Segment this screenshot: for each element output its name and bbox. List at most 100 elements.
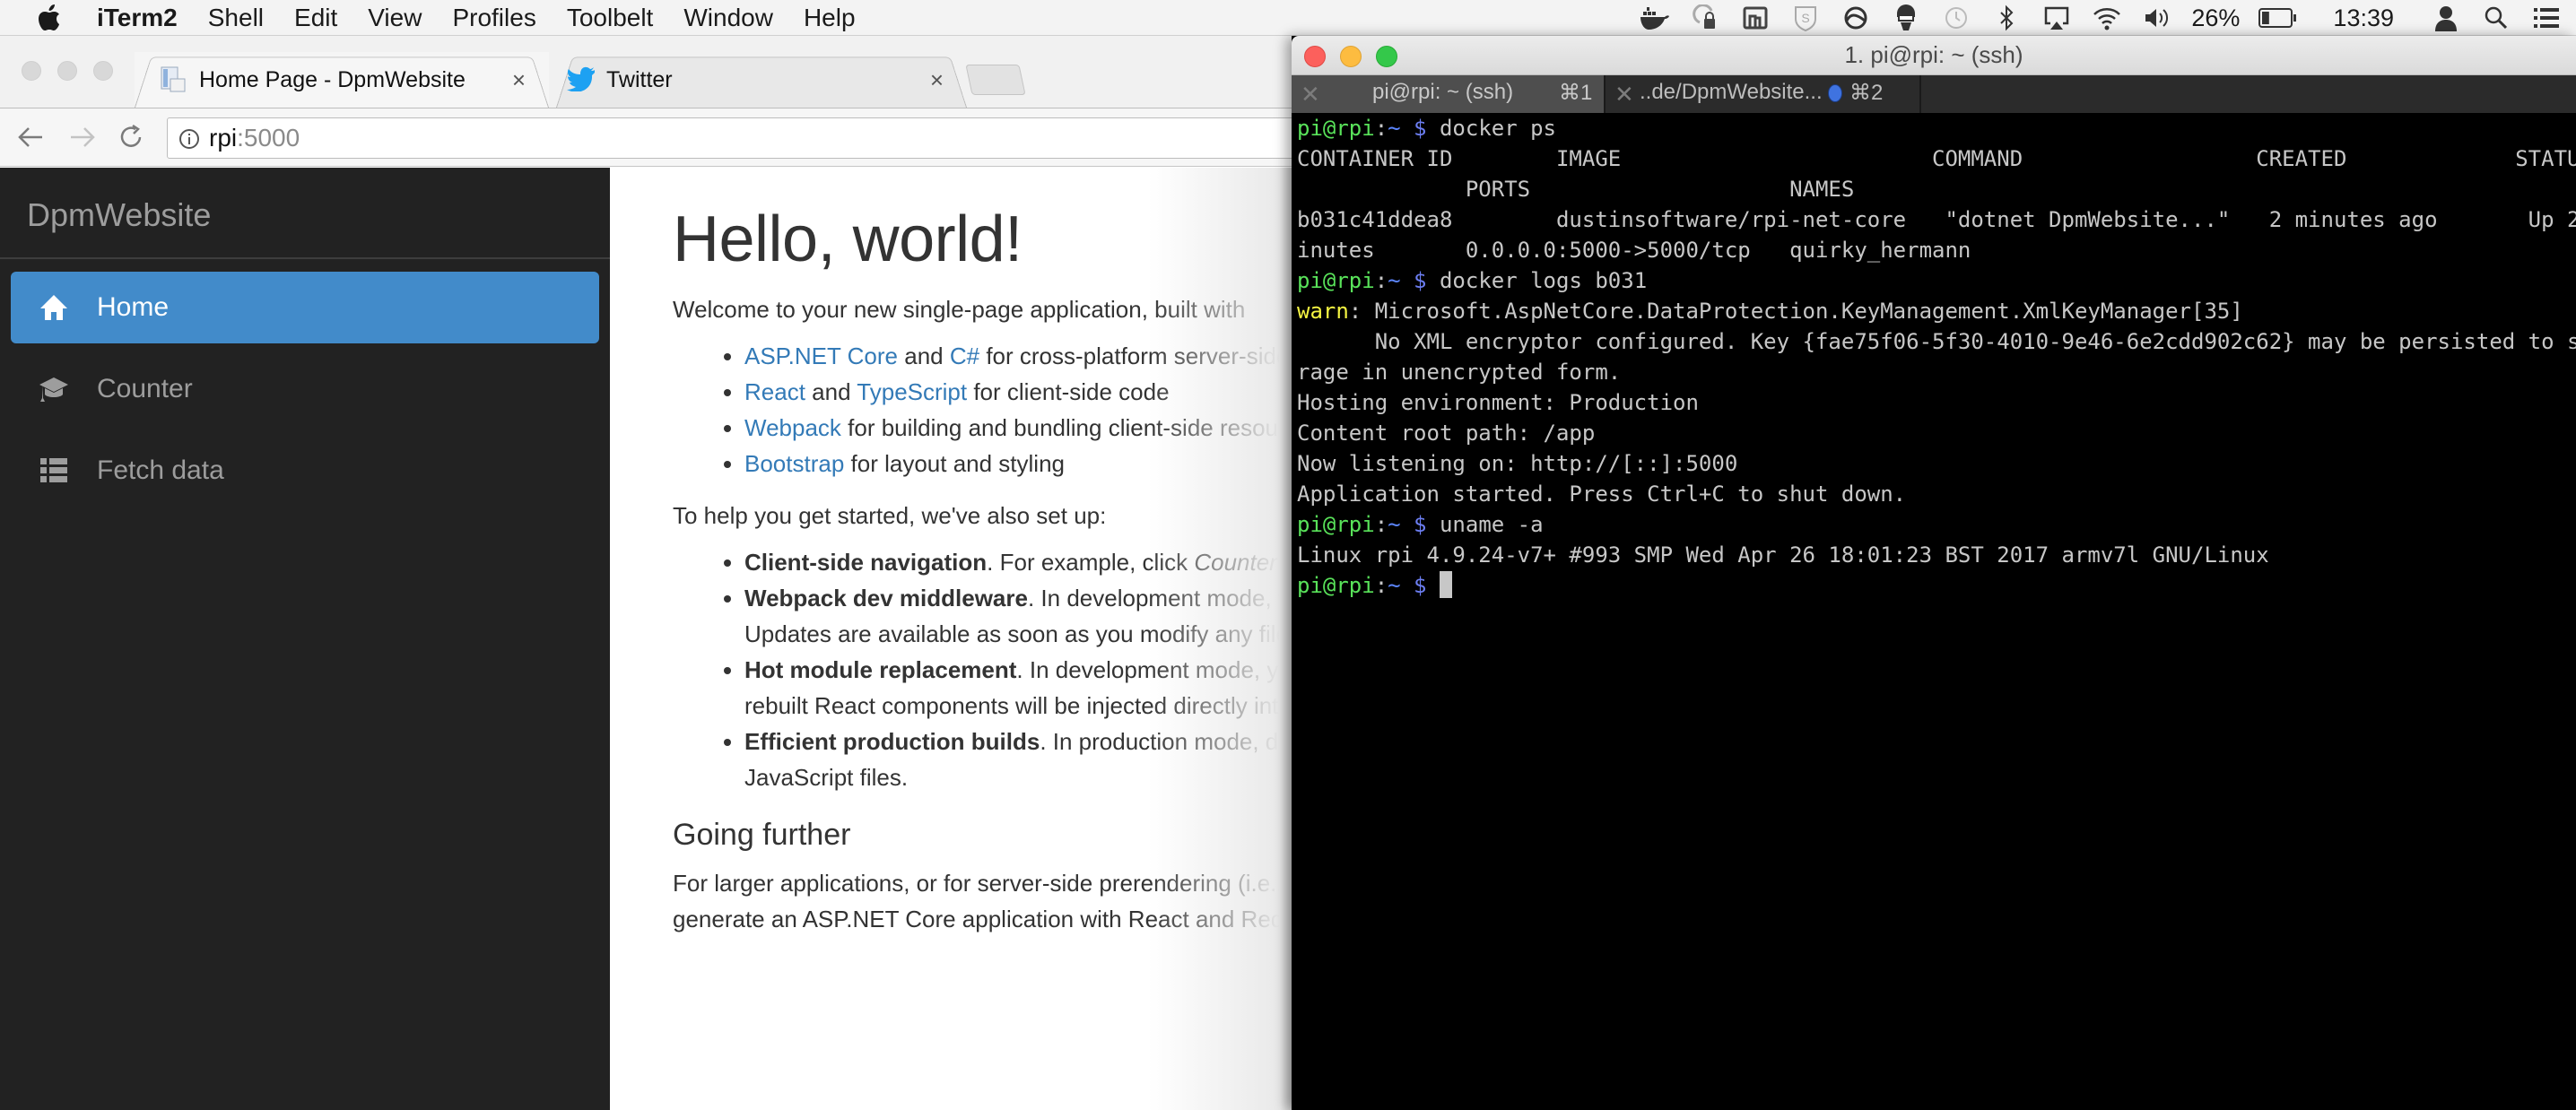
browser-toolbar: rpi:5000 [0, 108, 1292, 167]
app-square-icon[interactable] [1740, 4, 1771, 31]
going-further-heading: Going further [673, 818, 851, 852]
sidebar-item-label: Counter [97, 374, 193, 403]
zoom-button[interactable] [1376, 46, 1397, 67]
notification-center-icon[interactable] [2531, 4, 2562, 31]
prompt-symbol: $ [1400, 573, 1427, 598]
prompt-symbol: $ [1400, 268, 1427, 293]
iterm-tab-title: ..de/DpmWebsite... [1640, 80, 1823, 104]
typescript-link[interactable]: TypeScript [857, 378, 967, 405]
prompt-user: pi@rpi [1297, 268, 1375, 293]
feature-list-item: Client-side navigation. For example, cli… [744, 544, 1292, 580]
tab-close-button[interactable]: × [512, 66, 526, 94]
menu-shell[interactable]: Shell [208, 4, 264, 32]
window-zoom-button[interactable] [93, 61, 113, 81]
terminal-cursor [1439, 571, 1452, 598]
menu-help[interactable]: Help [804, 4, 856, 32]
prompt-colon: : [1374, 268, 1388, 293]
terminal-output-line: inutes 0.0.0.0:5000->5000/tcp quirky_her… [1297, 235, 2576, 265]
terminal-prompt-line: pi@rpi:~ $ docker ps [1297, 113, 2576, 143]
home-icon [38, 291, 70, 324]
window-minimize-button[interactable] [57, 61, 77, 81]
site-info-icon[interactable] [178, 127, 200, 149]
feature-list: Client-side navigation. For example, cli… [744, 544, 1292, 795]
sidebar-item-counter[interactable]: Counter [11, 353, 599, 425]
tech-list: ASP.NET Core and C# for cross-platform s… [744, 338, 1292, 481]
url-port: :5000 [237, 124, 300, 152]
tech-list-item: Bootstrap for layout and styling [744, 446, 1292, 481]
output-text: Hosting environment: Production [1297, 390, 1699, 415]
volume-icon[interactable] [2142, 4, 2172, 31]
webpack-link[interactable]: Webpack [744, 414, 841, 441]
terminal-output[interactable]: pi@rpi:~ $ docker ps CONTAINER ID IMAGE C… [1297, 113, 2576, 1110]
forward-button[interactable] [66, 121, 99, 153]
terminal-prompt-line: pi@rpi:~ $ [1297, 570, 2576, 601]
site-sidebar: DpmWebsite Home Counter Fetch data [0, 168, 610, 1110]
react-link[interactable]: React [744, 378, 805, 405]
spotlight-search-icon[interactable] [2481, 4, 2511, 31]
menu-edit[interactable]: Edit [294, 4, 337, 32]
reload-button[interactable] [115, 121, 147, 153]
aspnet-core-link[interactable]: ASP.NET Core [744, 343, 898, 369]
browser-tab-twitter[interactable]: Twitter × [556, 52, 967, 108]
going-further-text: For larger applications, or for server-s… [673, 870, 1292, 932]
output-text: rage in unencrypted form. [1297, 360, 1622, 385]
circle-wave-icon[interactable] [1841, 4, 1871, 31]
close-icon[interactable]: ✕ [1301, 81, 1320, 108]
output-text: Application started. Press Ctrl+C to shu… [1297, 481, 1907, 507]
output-text: inutes 0.0.0.0:5000->5000/tcp quirky_her… [1297, 238, 1971, 263]
minimize-button[interactable] [1340, 46, 1362, 67]
command-text: docker logs b031 [1426, 268, 1648, 293]
lock-sync-icon[interactable] [1690, 4, 1720, 31]
menu-app-iterm2[interactable]: iTerm2 [97, 4, 178, 32]
apple-menu-icon[interactable] [38, 4, 74, 31]
battery-icon[interactable] [2258, 4, 2298, 31]
sidebar-item-home[interactable]: Home [11, 272, 599, 343]
command-text: uname -a [1426, 512, 1544, 537]
time-machine-icon[interactable] [1941, 4, 1971, 31]
prompt-path: ~ [1388, 573, 1401, 598]
sidebar-item-label: Home [97, 292, 170, 322]
iterm-tab-2[interactable]: ✕ ..de/DpmWebsite... ⌘2 [1606, 75, 1921, 113]
sidebar-item-fetch-data[interactable]: Fetch data [11, 435, 599, 507]
close-icon[interactable]: ✕ [1614, 81, 1634, 108]
menu-view[interactable]: View [368, 4, 422, 32]
iterm-tab-1[interactable]: ✕ pi@rpi: ~ (ssh) ⌘1 [1292, 75, 1606, 113]
browser-tab-home-page[interactable]: Home Page - DpmWebsite × [135, 52, 549, 108]
output-text: No XML encryptor configured. Key {fae75f… [1297, 329, 2576, 354]
address-bar[interactable]: rpi:5000 [167, 117, 1292, 159]
wifi-icon[interactable] [2092, 4, 2122, 31]
site-brand[interactable]: DpmWebsite [27, 196, 211, 234]
new-tab-button[interactable] [965, 65, 1026, 95]
clock[interactable]: 13:39 [2333, 4, 2394, 32]
close-button[interactable] [1304, 46, 1326, 67]
prompt-symbol: $ [1400, 116, 1427, 141]
terminal-output-line: Hosting environment: Production [1297, 387, 2576, 418]
airplay-icon[interactable] [2041, 4, 2072, 31]
iterm-titlebar[interactable]: 1. pi@rpi: ~ (ssh) [1292, 36, 2576, 75]
activity-indicator-icon [1828, 84, 1842, 102]
user-icon[interactable] [2431, 4, 2461, 31]
log-level-warn: warn [1297, 299, 1349, 324]
menu-toolbelt[interactable]: Toolbelt [567, 4, 654, 32]
hacker-mask-icon[interactable] [1891, 4, 1921, 31]
docker-icon[interactable] [1640, 4, 1670, 31]
shield-s-icon[interactable]: S [1790, 4, 1821, 31]
output-text: Now listening on: http://[::]:5000 [1297, 451, 1738, 476]
prompt-user: pi@rpi [1297, 512, 1375, 537]
macos-menu-bar: iTerm2 Shell Edit View Profiles Toolbelt… [0, 0, 2576, 36]
command-text: docker ps [1426, 116, 1557, 141]
feature-list-item: Hot module replacement. In development m… [744, 652, 1292, 724]
window-close-button[interactable] [22, 61, 41, 81]
menu-profiles[interactable]: Profiles [452, 4, 535, 32]
back-button[interactable] [14, 121, 47, 153]
menu-window[interactable]: Window [683, 4, 773, 32]
csharp-link[interactable]: C# [950, 343, 979, 369]
tab-close-button[interactable]: × [930, 66, 944, 94]
bootstrap-link[interactable]: Bootstrap [744, 450, 844, 477]
tab-title: Home Page - DpmWebsite [199, 66, 466, 92]
bluetooth-icon[interactable] [1991, 4, 2022, 31]
terminal-output-line: CONTAINER ID IMAGE COMMAND CREATED STATU… [1297, 143, 2576, 174]
iterm-tab-bar: ✕ pi@rpi: ~ (ssh) ⌘1 ✕ ..de/DpmWebsite..… [1292, 75, 2576, 113]
tech-list-item: Webpack for building and bundling client… [744, 410, 1292, 446]
tech-list-item: React and TypeScript for client-side cod… [744, 374, 1292, 410]
